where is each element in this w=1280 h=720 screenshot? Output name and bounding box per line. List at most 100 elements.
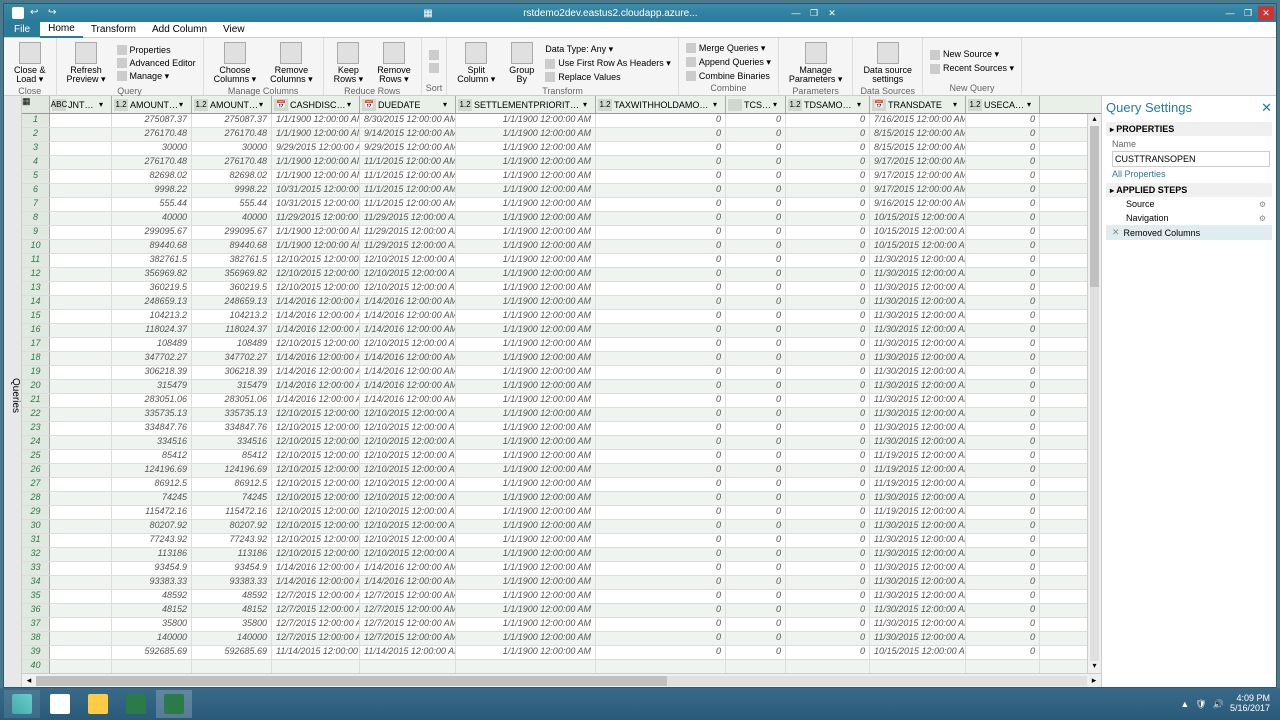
cell[interactable]: 9/29/2015 12:00:00 AM <box>360 142 456 155</box>
scroll-down-icon[interactable]: ▾ <box>1088 661 1101 673</box>
cell[interactable]: 11/29/2015 12:00:00 AM <box>360 226 456 239</box>
cell[interactable]: 276170.48 <box>192 128 272 141</box>
filter-dropdown-icon[interactable]: ▾ <box>99 100 109 109</box>
cell[interactable]: 11/30/2015 12:00:00 AM <box>870 352 966 365</box>
cell[interactable] <box>50 366 112 379</box>
cell[interactable]: 89440.68 <box>112 240 192 253</box>
horizontal-scrollbar[interactable]: ◂ ▸ <box>22 673 1101 687</box>
close-settings-icon[interactable]: ✕ <box>1261 100 1272 116</box>
cell[interactable]: 334516 <box>112 436 192 449</box>
scroll-thumb[interactable] <box>36 676 667 686</box>
cell[interactable]: 11/30/2015 12:00:00 AM <box>870 422 966 435</box>
filter-dropdown-icon[interactable]: ▾ <box>583 100 593 109</box>
cell[interactable]: 0 <box>596 296 726 309</box>
cell[interactable]: 80207.92 <box>112 520 192 533</box>
cell[interactable]: 35800 <box>192 618 272 631</box>
cell[interactable]: 334516 <box>192 436 272 449</box>
cell[interactable]: 0 <box>726 240 786 253</box>
cell[interactable]: 1/1/1900 12:00:00 AM <box>456 576 596 589</box>
cell[interactable] <box>50 338 112 351</box>
cell[interactable]: 8/15/2015 12:00:00 AM <box>870 128 966 141</box>
cell[interactable]: 0 <box>726 296 786 309</box>
cell[interactable]: 1/1/1900 12:00:00 AM <box>456 478 596 491</box>
cell[interactable]: 0 <box>726 604 786 617</box>
cell[interactable]: 1/1/1900 12:00:00 AM <box>456 394 596 407</box>
cell[interactable]: 0 <box>966 436 1040 449</box>
cell[interactable]: 0 <box>786 506 870 519</box>
cell[interactable]: 0 <box>786 604 870 617</box>
cell[interactable]: 283051.06 <box>192 394 272 407</box>
cell[interactable] <box>50 576 112 589</box>
cell[interactable]: 11/30/2015 12:00:00 AM <box>870 436 966 449</box>
cell[interactable]: 11/30/2015 12:00:00 AM <box>870 492 966 505</box>
tray-icon[interactable]: 🔊 <box>1213 699 1224 710</box>
cell[interactable]: 11/19/2015 12:00:00 AM <box>870 478 966 491</box>
cell[interactable] <box>50 268 112 281</box>
cell[interactable]: 0 <box>966 324 1040 337</box>
applied-steps-header[interactable]: APPLIED STEPS <box>1106 183 1272 197</box>
cell[interactable]: 1/14/2016 12:00:00 AM <box>360 394 456 407</box>
cell[interactable]: 276170.48 <box>192 156 272 169</box>
cell[interactable]: 0 <box>596 478 726 491</box>
cell[interactable]: 0 <box>966 142 1040 155</box>
cell[interactable]: 12/7/2015 12:00:00 AM <box>272 604 360 617</box>
cell[interactable]: 0 <box>786 254 870 267</box>
cell[interactable]: 124196.69 <box>192 464 272 477</box>
cell[interactable]: 0 <box>966 604 1040 617</box>
cell[interactable]: 0 <box>726 114 786 127</box>
cell[interactable]: 0 <box>966 338 1040 351</box>
cell[interactable]: 0 <box>726 436 786 449</box>
filter-dropdown-icon[interactable]: ▾ <box>773 100 783 109</box>
table-row[interactable]: 7555.44555.4410/31/2015 12:00:00 AM11/1/… <box>22 198 1101 212</box>
minimize-button[interactable]: — <box>1222 6 1238 20</box>
row-number[interactable]: 31 <box>22 534 50 547</box>
cell[interactable]: 11/30/2015 12:00:00 AM <box>870 520 966 533</box>
cell[interactable]: 1/14/2016 12:00:00 AM <box>272 324 360 337</box>
cell[interactable]: 12/10/2015 12:00:00 AM <box>360 408 456 421</box>
cell[interactable]: 0 <box>596 310 726 323</box>
cell[interactable]: 0 <box>786 618 870 631</box>
start-button[interactable] <box>4 690 40 718</box>
cell[interactable] <box>112 660 192 673</box>
cell[interactable]: 0 <box>966 366 1040 379</box>
cell[interactable]: 12/10/2015 12:00:00 AM <box>272 408 360 421</box>
cell[interactable]: 0 <box>966 268 1040 281</box>
vertical-scrollbar[interactable]: ▴ ▾ <box>1087 114 1101 673</box>
cell[interactable]: 10/31/2015 12:00:00 AM <box>272 198 360 211</box>
cell[interactable]: 9/14/2015 12:00:00 AM <box>360 128 456 141</box>
cell[interactable]: 30000 <box>192 142 272 155</box>
cell[interactable]: 0 <box>726 352 786 365</box>
cell[interactable]: 276170.48 <box>112 128 192 141</box>
cell[interactable]: 1/14/2016 12:00:00 AM <box>360 352 456 365</box>
cell[interactable]: 0 <box>786 142 870 155</box>
row-number[interactable]: 27 <box>22 478 50 491</box>
cell[interactable]: 0 <box>966 352 1040 365</box>
cell[interactable]: 0 <box>966 184 1040 197</box>
cell[interactable]: 12/7/2015 12:00:00 AM <box>272 632 360 645</box>
table-row[interactable]: 3493383.3393383.331/14/2016 12:00:00 AM1… <box>22 576 1101 590</box>
cell[interactable] <box>786 660 870 673</box>
remote-close-icon[interactable]: ✕ <box>824 6 840 20</box>
cell[interactable] <box>50 324 112 337</box>
column-header[interactable]: ABCJNTNUM...▾ <box>50 96 112 113</box>
cell[interactable]: 0 <box>726 534 786 547</box>
table-row[interactable]: 21283051.06283051.061/14/2016 12:00:00 A… <box>22 394 1101 408</box>
cell[interactable] <box>50 282 112 295</box>
cell[interactable]: 1/1/1900 12:00:00 AM <box>456 590 596 603</box>
cell[interactable] <box>726 660 786 673</box>
scroll-left-icon[interactable]: ◂ <box>22 675 36 686</box>
cell[interactable]: 0 <box>596 142 726 155</box>
scroll-up-icon[interactable]: ▴ <box>1088 114 1101 126</box>
cell[interactable]: 0 <box>726 198 786 211</box>
cell[interactable]: 11/30/2015 12:00:00 AM <box>870 394 966 407</box>
cell[interactable]: 334847.76 <box>192 422 272 435</box>
cell[interactable]: 0 <box>786 408 870 421</box>
table-row[interactable]: 16118024.37118024.371/14/2016 12:00:00 A… <box>22 324 1101 338</box>
cell[interactable]: 1/1/1900 12:00:00 AM <box>456 324 596 337</box>
qat-icon[interactable]: ↩ <box>30 7 42 19</box>
cell[interactable] <box>50 506 112 519</box>
cell[interactable] <box>50 590 112 603</box>
row-number[interactable]: 21 <box>22 394 50 407</box>
filter-dropdown-icon[interactable]: ▾ <box>713 100 723 109</box>
table-row[interactable]: 2433451633451612/10/2015 12:00:00 AM12/1… <box>22 436 1101 450</box>
